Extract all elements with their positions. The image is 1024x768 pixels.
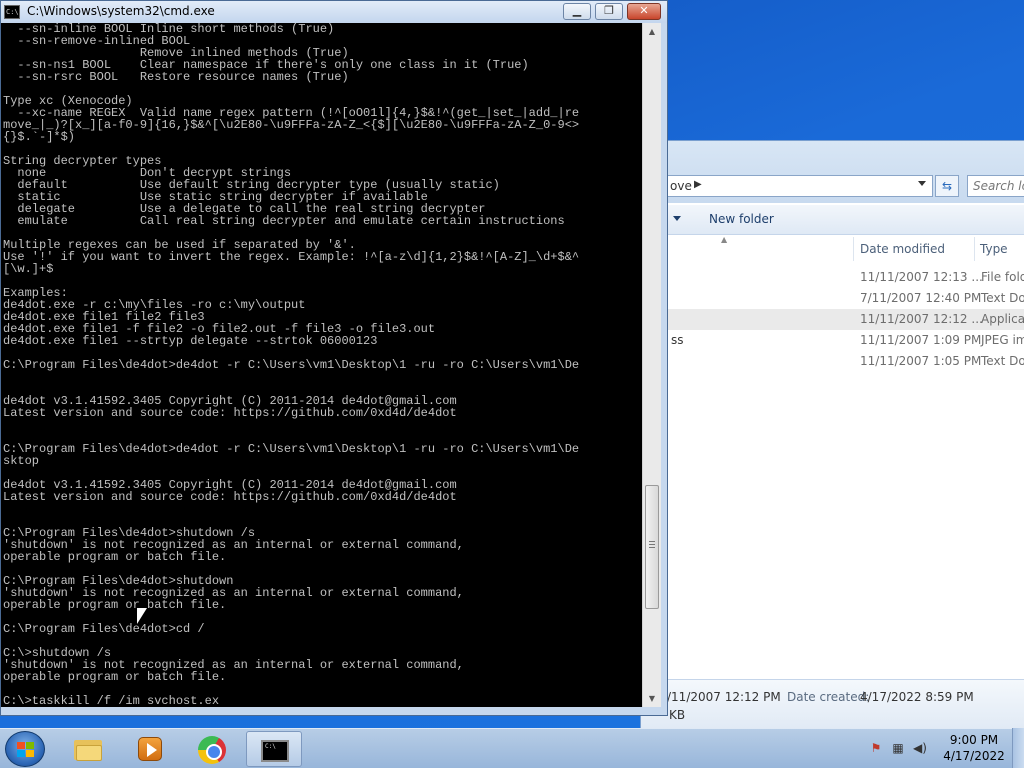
windows-logo-icon: [17, 742, 35, 758]
window-title: C:\Windows\system32\cmd.exe: [27, 4, 215, 18]
cmd-icon: C:\: [261, 737, 289, 763]
search-placeholder: Search lov: [973, 179, 1024, 193]
taskbar-chrome[interactable]: [184, 731, 240, 767]
clock-date: 4/17/2022: [943, 749, 1005, 763]
details-date-created-label: Date created:: [787, 690, 870, 704]
close-button[interactable]: ✕: [627, 3, 661, 20]
file-type: JPEG ima: [981, 333, 1024, 347]
console-line: sktop: [3, 454, 40, 468]
column-header-date-modified[interactable]: Date modified: [860, 242, 945, 256]
details-size: KB: [669, 708, 686, 722]
folder-icon: [74, 736, 102, 762]
cmd-window[interactable]: C:\ C:\Windows\system32\cmd.exe ▁ ❐ ✕ --…: [0, 0, 668, 716]
explorer-window[interactable]: ove ▶ ⇆ Search lov New folder ▲ Date mod…: [640, 140, 1024, 729]
search-input[interactable]: Search lov: [967, 175, 1024, 197]
scroll-up-icon[interactable]: ▲: [643, 23, 661, 40]
cmd-icon-glyph: C:\: [6, 8, 19, 16]
console-line: {}$.`-]*$): [3, 130, 76, 144]
taskbar-clock[interactable]: 9:00 PM 4/17/2022: [934, 732, 1014, 764]
explorer-toolbar: New folder: [641, 205, 1024, 235]
console-line: C:\Program Files\de4dot>de4dot -r C:\Use…: [3, 358, 580, 372]
media-player-icon: [136, 736, 164, 762]
mouse-pointer-icon: [136, 607, 148, 625]
file-type: File folde: [981, 270, 1024, 284]
column-divider[interactable]: [853, 237, 854, 261]
network-icon[interactable]: ▦: [890, 740, 906, 756]
cmd-title-bar[interactable]: C:\ C:\Windows\system32\cmd.exe ▁ ❐ ✕: [1, 1, 667, 23]
breadcrumb-arrow-icon[interactable]: ▶: [694, 179, 702, 190]
console-line: C:\Program Files\de4dot>de4dot -r C:\Use…: [3, 442, 580, 456]
file-date: 11/11/2007 1:09 PM: [860, 333, 982, 347]
details-date-modified: /11/2007 12:12 PM: [667, 690, 781, 704]
new-folder-button[interactable]: New folder: [709, 212, 774, 226]
console-line: move_|_)?[x_][a-f0-9]{16,}$&^[\u2E80-\u9…: [3, 118, 580, 132]
file-date: 11/11/2007 1:05 PM: [860, 354, 982, 368]
maximize-icon: ❐: [604, 4, 614, 17]
console-line: Use '!' if you want to invert the regex.…: [3, 250, 580, 264]
close-icon: ✕: [639, 4, 649, 17]
column-header-row: ▲ Date modified Type: [641, 235, 1024, 261]
clock-time: 9:00 PM: [949, 733, 999, 747]
action-center-icon[interactable]: ⚑: [868, 740, 884, 756]
console-line: operable program or batch file.: [3, 550, 227, 564]
console-line: de4dot.exe file1 --strtyp delegate --str…: [3, 334, 378, 348]
address-bar[interactable]: ove ▶: [641, 175, 933, 197]
address-dropdown-icon[interactable]: [918, 181, 926, 186]
cmd-icon[interactable]: C:\: [4, 5, 20, 19]
show-desktop-button[interactable]: [1012, 728, 1024, 768]
console-line: Latest version and source code: https://…: [3, 406, 457, 420]
details-pane: /11/2007 12:12 PM Date created: 4/17/202…: [641, 679, 1024, 729]
taskbar-media-player[interactable]: [122, 731, 178, 767]
file-type: Text Doc: [981, 291, 1024, 305]
taskbar-explorer[interactable]: [60, 731, 116, 767]
file-date: 11/11/2007 12:13 ...: [860, 270, 983, 284]
file-type: Applicati: [981, 312, 1024, 326]
console-line: emulate Call real string decrypter and e…: [3, 214, 565, 228]
refresh-icon: ⇆: [941, 179, 953, 193]
console-line: [\w.]+$: [3, 262, 54, 276]
organize-dropdown-icon[interactable]: [673, 216, 681, 221]
console-output[interactable]: --sn-inline BOOL Inline short methods (T…: [1, 23, 642, 707]
system-tray: ⚑ ▦ ◀): [862, 728, 942, 768]
grip-icon: [649, 541, 655, 548]
taskbar-cmd[interactable]: C:\: [246, 731, 302, 767]
chrome-icon: [198, 736, 226, 764]
vertical-scrollbar[interactable]: ▲ ▼: [642, 23, 661, 707]
console-line: C:\>taskkill /f /im svchost.ex: [3, 694, 220, 707]
console-line: --sn-rsrc BOOL Restore resource names (T…: [3, 70, 349, 84]
sort-arrow-icon: ▲: [721, 235, 728, 244]
minimize-button[interactable]: ▁: [563, 3, 591, 20]
address-path-segment[interactable]: ove: [670, 179, 692, 193]
console-line: operable program or batch file.: [3, 670, 227, 684]
start-button[interactable]: [5, 731, 45, 767]
file-name: ss: [671, 333, 684, 347]
console-line: Latest version and source code: https://…: [3, 490, 457, 504]
file-row[interactable]: 11/11/2007 12:13 ... File folde: [641, 267, 1024, 288]
scroll-down-icon[interactable]: ▼: [643, 690, 661, 707]
file-date: 7/11/2007 12:40 PM: [860, 291, 982, 305]
file-row[interactable]: 7/11/2007 12:40 PM Text Doc: [641, 288, 1024, 309]
column-header-type[interactable]: Type: [980, 242, 1008, 256]
scroll-thumb[interactable]: [645, 485, 659, 609]
details-date-created-value: 4/17/2022 8:59 PM: [860, 690, 974, 704]
file-date: 11/11/2007 12:12 ...: [860, 312, 983, 326]
maximize-button[interactable]: ❐: [595, 3, 623, 20]
console-line: operable program or batch file.: [3, 598, 227, 612]
volume-icon[interactable]: ◀): [912, 740, 928, 756]
file-row-selected[interactable]: 11/11/2007 12:12 ... Applicati: [641, 309, 1024, 330]
file-row[interactable]: 11/11/2007 1:05 PM Text Doc: [641, 351, 1024, 372]
minimize-icon: ▁: [572, 4, 582, 17]
console-line: C:\Program Files\de4dot>cd /: [3, 622, 205, 636]
file-type: Text Doc: [981, 354, 1024, 368]
console-text: --sn-inline BOOL Inline short methods (T…: [1, 23, 642, 707]
refresh-button[interactable]: ⇆: [935, 175, 959, 197]
column-divider[interactable]: [974, 237, 975, 261]
file-row[interactable]: ss 11/11/2007 1:09 PM JPEG ima: [641, 330, 1024, 351]
